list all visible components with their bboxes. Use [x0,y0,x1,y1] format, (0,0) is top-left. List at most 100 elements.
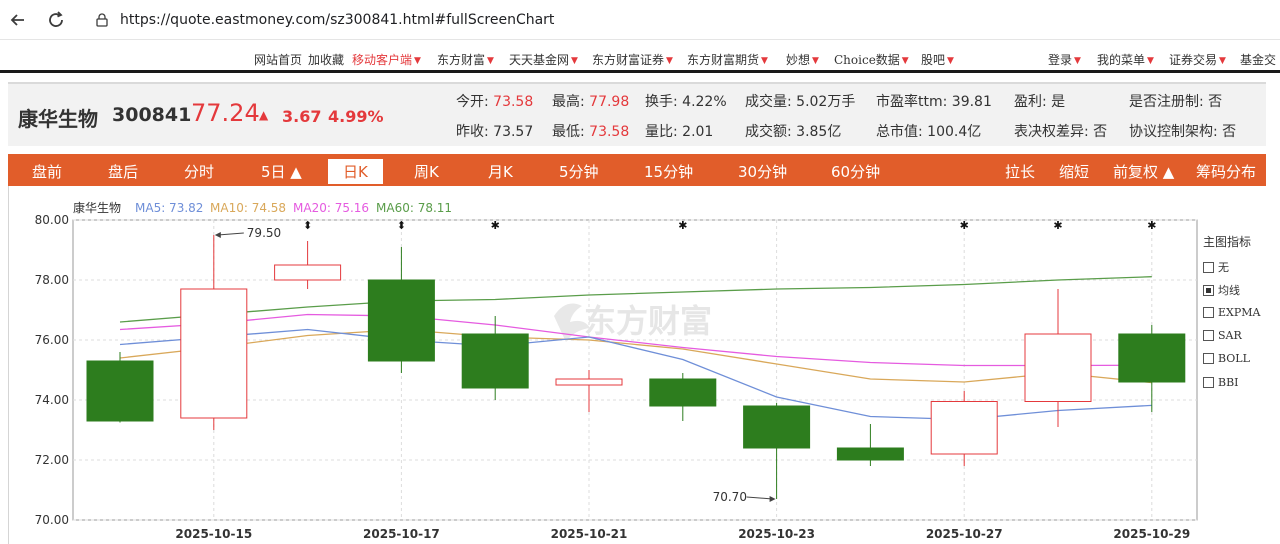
candle-body[interactable] [274,264,342,281]
quote-stat: 最高: 77.98 [552,91,629,111]
indicator-option[interactable]: 无 [1203,259,1229,275]
period-tab[interactable]: 周K [414,161,439,182]
period-tab[interactable]: 盘前 [32,161,62,182]
candle-body[interactable] [743,405,811,449]
period-tab[interactable]: 盘后 [108,161,138,182]
y-tick-label: 72.00 [35,453,69,467]
event-marker-icon[interactable]: ✱ [678,219,687,232]
site-nav-label: 东方财富证券 [592,53,665,67]
address-bar[interactable]: https://quote.eastmoney.com/sz300841.htm… [84,5,1274,35]
site-nav-item[interactable]: 股吧 ▼ [921,51,954,68]
period-tab[interactable]: 60分钟 [831,161,880,182]
chart-tool-tab[interactable]: 拉长 [1005,161,1035,182]
stock-price: 77.24 [191,99,260,127]
candle-body[interactable] [86,360,154,422]
indicator-checkbox[interactable] [1203,376,1214,388]
indicator-checkbox[interactable] [1203,353,1214,365]
site-nav-item[interactable]: Choice数据 ▼ [834,51,909,68]
candle-body[interactable] [1024,333,1092,402]
site-nav-item[interactable]: 天天基金网 ▼ [509,51,578,68]
x-tick-label: 2025-10-27 [926,527,1003,541]
period-tab[interactable]: 15分钟 [644,161,693,182]
candle-body[interactable] [836,447,904,461]
event-marker-icon[interactable]: ✱ [1053,219,1062,232]
site-nav-right-item[interactable]: 证券交易 ▼ [1169,51,1226,68]
chevron-down-icon: ▼ [812,55,819,66]
stat-label: 今开: [456,94,489,110]
event-marker-icon[interactable]: ✱ [1147,219,1156,232]
period-tab[interactable]: 日K [328,159,383,184]
indicator-option[interactable]: SAR [1203,329,1242,342]
quote-stat: 表决权差异: 否 [1014,121,1107,141]
site-nav-label: 移动客户端 [352,53,413,67]
stat-value: 是 [1046,94,1066,110]
event-marker-icon[interactable]: ✱ [491,219,500,232]
site-nav-item[interactable]: 加收藏 [308,51,344,68]
stat-value: 73.58 [584,124,630,140]
indicator-label: SAR [1218,328,1242,342]
period-tab[interactable]: 5分钟 [559,161,599,182]
site-nav-right-item[interactable]: 我的菜单 ▼ [1097,51,1154,68]
url-text: https://quote.eastmoney.com/sz300841.htm… [120,12,555,28]
period-tab[interactable]: 分时 [184,161,214,182]
back-button[interactable] [4,6,32,34]
chevron-down-icon: ▼ [761,55,768,66]
period-tab[interactable]: 30分钟 [738,161,787,182]
chart-tool-tab[interactable]: 缩短 [1059,161,1089,182]
event-marker-icon[interactable]: ⬍ [397,219,406,232]
site-nav-item[interactable]: 移动客户端 ▼ [352,51,421,68]
candle-body[interactable] [930,401,998,455]
quote-stat: 是否注册制: 否 [1129,91,1222,111]
chart-tool-tab[interactable]: 筹码分布 [1196,161,1256,182]
indicator-checkbox[interactable] [1203,284,1214,296]
candle-body[interactable] [461,333,529,389]
y-tick-label: 74.00 [35,393,69,407]
price-up-icon: ▲ [259,108,269,122]
site-nav-item[interactable]: 东方财富 ▼ [437,51,494,68]
period-tab[interactable]: 5日 ▲ [261,161,302,182]
indicator-checkbox[interactable] [1203,261,1214,273]
stat-label: 协议控制架构: [1129,124,1218,140]
indicator-checkbox[interactable] [1203,306,1214,318]
quote-stat: 换手: 4.22% [645,91,727,111]
event-marker-icon[interactable]: ⬍ [303,219,312,232]
site-nav-item[interactable]: 妙想 ▼ [786,51,819,68]
x-tick-label: 2025-10-23 [738,527,815,541]
chevron-down-icon: ▼ [487,55,494,66]
reload-button[interactable] [42,6,70,34]
event-marker-icon[interactable]: ✱ [960,219,969,232]
indicator-checkbox[interactable] [1203,329,1214,341]
stat-value: 否 [1217,124,1237,140]
candle-body[interactable] [1118,333,1186,383]
site-nav-right-item[interactable]: 登录 ▼ [1048,51,1081,68]
stat-label: 量比: [645,124,678,140]
stat-value: 否 [1203,94,1223,110]
site-nav-item[interactable]: 网站首页 [254,51,302,68]
stat-value: 否 [1088,124,1108,140]
indicator-option[interactable]: BOLL [1203,352,1250,365]
quote-stat: 昨收: 73.57 [456,121,533,141]
chevron-down-icon: ▼ [901,55,909,66]
price-change: 3.67 [282,107,322,126]
candle-body[interactable] [555,378,623,386]
quote-stat: 盈利: 是 [1014,91,1065,111]
stat-value: 39.81 [947,94,992,110]
stat-value: 5.02万手 [791,94,856,110]
candle-body[interactable] [180,288,248,419]
chart-tool-tab[interactable]: 前复权 ▲ [1113,161,1174,182]
site-nav-item[interactable]: 东方财富期货 ▼ [687,51,768,68]
period-tab[interactable]: 月K [488,161,513,182]
site-info-icon[interactable] [94,12,110,28]
indicator-option[interactable]: EXPMA [1203,306,1260,319]
site-nav-right-item[interactable]: 基金交 [1240,51,1276,68]
indicator-option[interactable]: 均线 [1203,282,1240,298]
stat-label: 成交量: [745,94,792,110]
candle-body[interactable] [649,378,717,407]
indicator-option[interactable]: BBI [1203,376,1239,389]
stat-label: 成交额: [745,124,792,140]
candle-body[interactable] [367,279,435,362]
stat-label: 是否注册制: [1129,94,1204,110]
kline-chart[interactable]: 70.00 72.00 74.00 76.00 78.00 80.00 2025-10-15… [9,186,1275,544]
stat-label: 换手: [645,94,678,110]
site-nav-item[interactable]: 东方财富证券 ▼ [592,51,673,68]
